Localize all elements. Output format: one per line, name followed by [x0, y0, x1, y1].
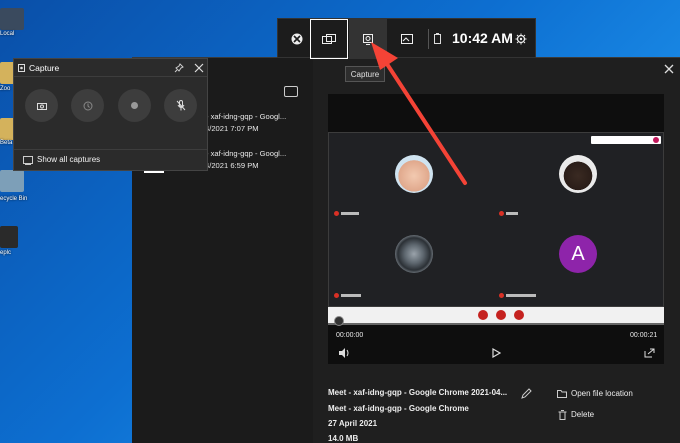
annotation-arrow — [371, 42, 467, 185]
